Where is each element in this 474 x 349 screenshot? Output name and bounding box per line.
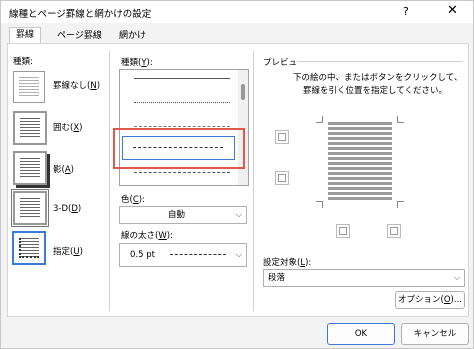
- setting-box[interactable]: 囲む(X): [53, 121, 82, 133]
- setting-shadow-icon[interactable]: [13, 151, 47, 185]
- title-bar: 線種とページ罫線と網かけの設定 ? ✕: [1, 1, 473, 23]
- setting-shadow[interactable]: 影(A): [53, 163, 74, 175]
- width-value: 0.5 pt: [130, 250, 155, 260]
- setting-3d[interactable]: 3-D(D): [53, 204, 81, 214]
- column-divider: [109, 51, 110, 311]
- tab-shading[interactable]: 網かけ: [113, 29, 152, 43]
- ok-button[interactable]: OK: [327, 323, 395, 345]
- setting-box-icon[interactable]: [13, 111, 47, 145]
- apply-to-dropdown[interactable]: 段落 ⌵: [263, 269, 465, 287]
- preview-label: プレビュー: [263, 58, 306, 68]
- preview-group-line: [297, 61, 463, 62]
- setting-label: 種類:: [13, 57, 33, 67]
- column-divider: [253, 51, 254, 311]
- help-button[interactable]: ?: [403, 5, 409, 18]
- tab-borders[interactable]: 罫線: [9, 27, 42, 44]
- dialog-window: 線種とページ罫線と網かけの設定 ? ✕ 罫線 ページ罫線 網かけ 種類: 罫線な…: [0, 0, 474, 349]
- scroll-thumb[interactable]: [241, 84, 245, 100]
- setting-3d-icon[interactable]: [11, 189, 49, 227]
- style-dashed-fine[interactable]: [134, 126, 230, 127]
- cancel-button[interactable]: キャンセル: [401, 323, 469, 345]
- setting-custom[interactable]: 指定(U): [53, 245, 83, 257]
- setting-none-icon[interactable]: [13, 71, 45, 103]
- chevron-down-icon: ⌵: [453, 273, 460, 282]
- preview-instructions-2: 罫線を引く位置を指定してください。: [303, 86, 447, 96]
- tab-page-border[interactable]: ページ罫線: [51, 29, 108, 43]
- width-dropdown[interactable]: 0.5 pt ⌵: [119, 243, 247, 267]
- highlight-box: [113, 128, 245, 169]
- setting-none[interactable]: 罫線なし(N): [53, 79, 100, 91]
- left-border-button[interactable]: [336, 224, 350, 238]
- color-value: 自動: [168, 210, 186, 220]
- preview-text-lines: [328, 122, 392, 200]
- options-button[interactable]: オプション(O)...: [395, 291, 465, 309]
- close-button[interactable]: ✕: [447, 3, 458, 18]
- chevron-down-icon: ⌵: [235, 210, 242, 219]
- middle-border-button[interactable]: [275, 171, 289, 185]
- setting-custom-icon[interactable]: [12, 231, 46, 265]
- color-label: 色(C):: [121, 195, 145, 205]
- border-preview[interactable]: [316, 116, 404, 208]
- right-border-button[interactable]: [387, 224, 401, 238]
- color-dropdown[interactable]: 自動 ⌵: [119, 206, 247, 224]
- style-dotted[interactable]: [134, 102, 230, 103]
- style-label: 種類(Y):: [121, 58, 153, 68]
- preview-instructions-1: 下の絵の中、またはボタンをクリックして、: [293, 73, 463, 83]
- style-solid[interactable]: [134, 78, 230, 79]
- apply-to-value: 段落: [268, 273, 286, 283]
- chevron-down-icon: ⌵: [235, 250, 242, 259]
- width-label: 線の太さ(W):: [121, 231, 173, 241]
- dialog-title: 線種とページ罫線と網かけの設定: [9, 9, 152, 20]
- apply-to-label: 設定対象(L):: [263, 258, 312, 268]
- style-dash-dot[interactable]: [134, 172, 230, 173]
- top-border-button[interactable]: [275, 130, 289, 144]
